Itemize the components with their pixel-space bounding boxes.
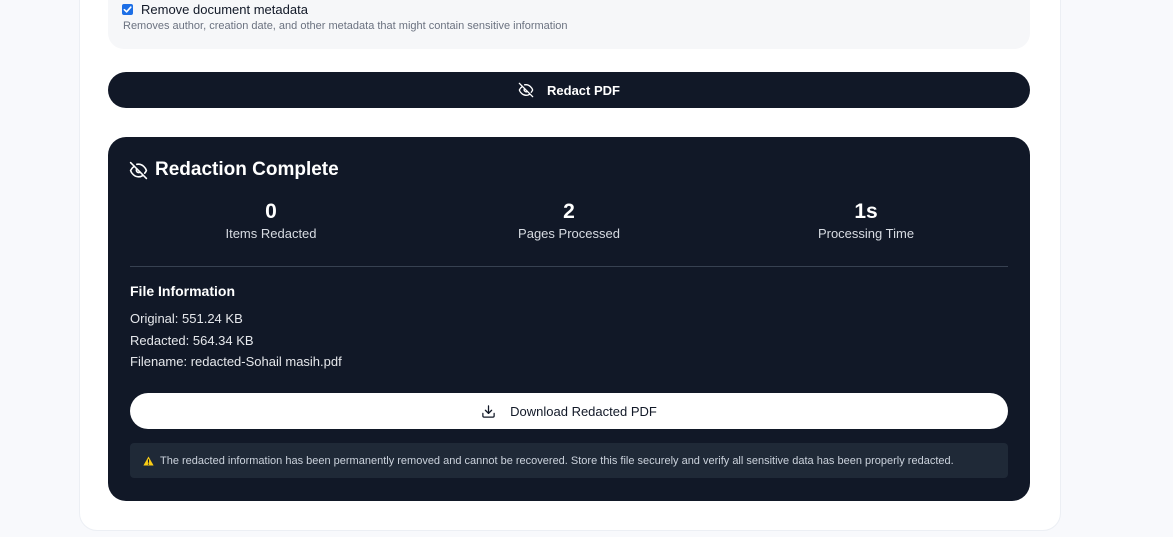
eye-off-icon xyxy=(129,161,148,180)
stat-processing-time: 1s Processing Time xyxy=(766,199,966,241)
divider xyxy=(130,266,1008,267)
file-info-original: Original: 551.24 KB xyxy=(130,311,243,326)
eye-off-icon xyxy=(518,82,534,98)
stat-value: 2 xyxy=(563,200,575,223)
stat-label: Processing Time xyxy=(817,226,915,241)
download-label: Download Redacted PDF xyxy=(510,403,657,419)
stat-value: 0 xyxy=(265,200,277,223)
download-icon xyxy=(481,404,496,419)
warning-icon xyxy=(143,455,154,466)
check-icon xyxy=(123,5,132,13)
file-info-redacted: Redacted: 564.34 KB xyxy=(130,333,254,348)
redaction-result-panel: Redaction Complete 0 Items Redacted 2 Pa… xyxy=(108,137,1030,501)
stat-items-redacted: 0 Items Redacted xyxy=(171,199,371,241)
stat-value: 1s xyxy=(854,200,878,223)
result-heading: Redaction Complete xyxy=(129,159,339,181)
redact-pdf-button[interactable]: Redact PDF xyxy=(108,72,1030,108)
remove-metadata-checkbox[interactable] xyxy=(122,3,133,15)
redact-pdf-label: Redact PDF xyxy=(547,82,620,98)
remove-metadata-option[interactable]: Remove document metadata xyxy=(122,1,308,17)
remove-metadata-help: Removes author, creation date, and other… xyxy=(123,20,568,32)
warning-notice: The redacted information has been perman… xyxy=(130,443,1008,478)
file-info-title: File Information xyxy=(130,283,235,299)
remove-metadata-label: Remove document metadata xyxy=(141,1,308,17)
stat-label: Pages Processed xyxy=(518,226,620,241)
stat-label: Items Redacted xyxy=(225,226,317,241)
warning-text: The redacted information has been perman… xyxy=(160,454,954,467)
result-title: Redaction Complete xyxy=(155,159,339,180)
file-info-filename: Filename: redacted-Sohail masih.pdf xyxy=(130,354,342,369)
download-redacted-pdf-button[interactable]: Download Redacted PDF xyxy=(130,393,1008,429)
stat-pages-processed: 2 Pages Processed xyxy=(469,199,669,241)
